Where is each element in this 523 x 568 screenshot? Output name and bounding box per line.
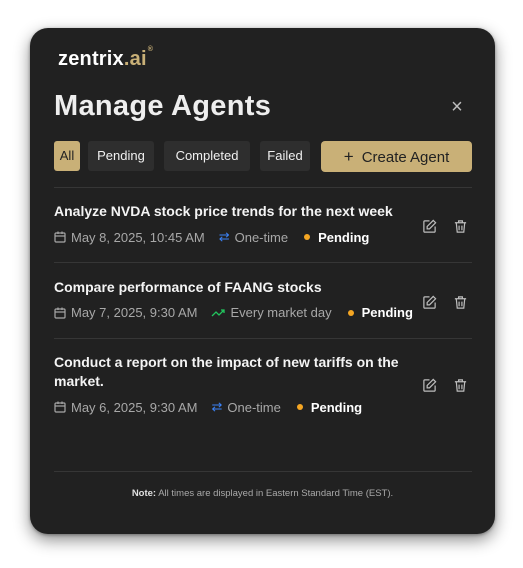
agent-title: Conduct a report on the impact of new ta… bbox=[54, 354, 399, 389]
status-badge: Pending bbox=[361, 305, 413, 320]
trend-icon bbox=[212, 308, 226, 316]
agent-date: May 8, 2025, 10:45 AM bbox=[71, 229, 205, 245]
calendar-icon bbox=[54, 231, 66, 243]
agent-date: May 6, 2025, 9:30 AM bbox=[71, 399, 198, 415]
agent-actions bbox=[422, 219, 468, 234]
status-badge: Pending bbox=[318, 229, 370, 245]
agent-item: Analyze NVDA stock price trends for the … bbox=[54, 202, 472, 245]
trash-icon[interactable] bbox=[453, 378, 468, 393]
agent-schedule: Every market day bbox=[230, 305, 332, 320]
status-dot bbox=[296, 404, 303, 410]
divider bbox=[54, 338, 472, 339]
note-label: Note: bbox=[131, 488, 157, 499]
agent-meta: May 8, 2025, 10:45 AM ⇄ One-time Pending bbox=[54, 229, 472, 245]
divider bbox=[54, 262, 472, 263]
agent-schedule: One-time bbox=[234, 229, 289, 245]
edit-icon[interactable] bbox=[422, 378, 437, 393]
brand-logo: zentrix.ai® bbox=[58, 46, 154, 71]
agent-item: Compare performance of FAANG stocks May … bbox=[54, 278, 472, 320]
create-agent-label: Create Agent bbox=[361, 149, 450, 166]
status-dot bbox=[347, 309, 354, 316]
status-dot bbox=[304, 234, 311, 240]
agent-actions bbox=[422, 295, 468, 310]
divider bbox=[54, 471, 472, 472]
agent-date: May 7, 2025, 9:30 AM bbox=[71, 305, 198, 320]
timezone-note: Note: All times are displayed in Eastern… bbox=[30, 488, 495, 499]
note-text: All times are displayed in Eastern Stand… bbox=[156, 488, 394, 499]
plus-icon: + bbox=[343, 147, 354, 166]
status-badge: Pending bbox=[310, 399, 363, 415]
brand-accent: .ai bbox=[123, 48, 147, 70]
manage-agents-dialog: zentrix.ai® Manage Agents × All Pending … bbox=[30, 28, 495, 534]
agent-title: Compare performance of FAANG stocks bbox=[54, 279, 322, 295]
create-agent-button[interactable]: + Create Agent bbox=[321, 141, 472, 172]
page-title: Manage Agents bbox=[54, 90, 272, 122]
agent-actions bbox=[422, 378, 468, 393]
brand-mark: ® bbox=[147, 46, 154, 53]
calendar-icon bbox=[54, 401, 66, 413]
agent-meta: May 7, 2025, 9:30 AM Every market day Pe… bbox=[54, 305, 472, 320]
agent-meta: May 6, 2025, 9:30 AM ⇄ One-time Pending bbox=[54, 399, 472, 415]
divider bbox=[54, 187, 472, 188]
trash-icon[interactable] bbox=[453, 219, 468, 234]
calendar-icon bbox=[54, 307, 66, 319]
agent-item: Conduct a report on the impact of new ta… bbox=[54, 353, 472, 415]
trash-icon[interactable] bbox=[453, 295, 468, 310]
filter-all[interactable]: All bbox=[54, 141, 80, 171]
close-icon[interactable]: × bbox=[448, 97, 466, 117]
brand-name: zentrix bbox=[58, 48, 124, 70]
agent-title: Analyze NVDA stock price trends for the … bbox=[54, 203, 393, 219]
filter-completed[interactable]: Completed bbox=[164, 141, 250, 171]
filter-failed[interactable]: Failed bbox=[260, 141, 310, 171]
repeat-icon: ⇄ bbox=[211, 399, 223, 414]
filter-pending[interactable]: Pending bbox=[88, 141, 154, 171]
repeat-icon: ⇄ bbox=[218, 229, 230, 244]
edit-icon[interactable] bbox=[422, 219, 437, 234]
agent-schedule: One-time bbox=[227, 399, 281, 415]
edit-icon[interactable] bbox=[422, 295, 437, 310]
